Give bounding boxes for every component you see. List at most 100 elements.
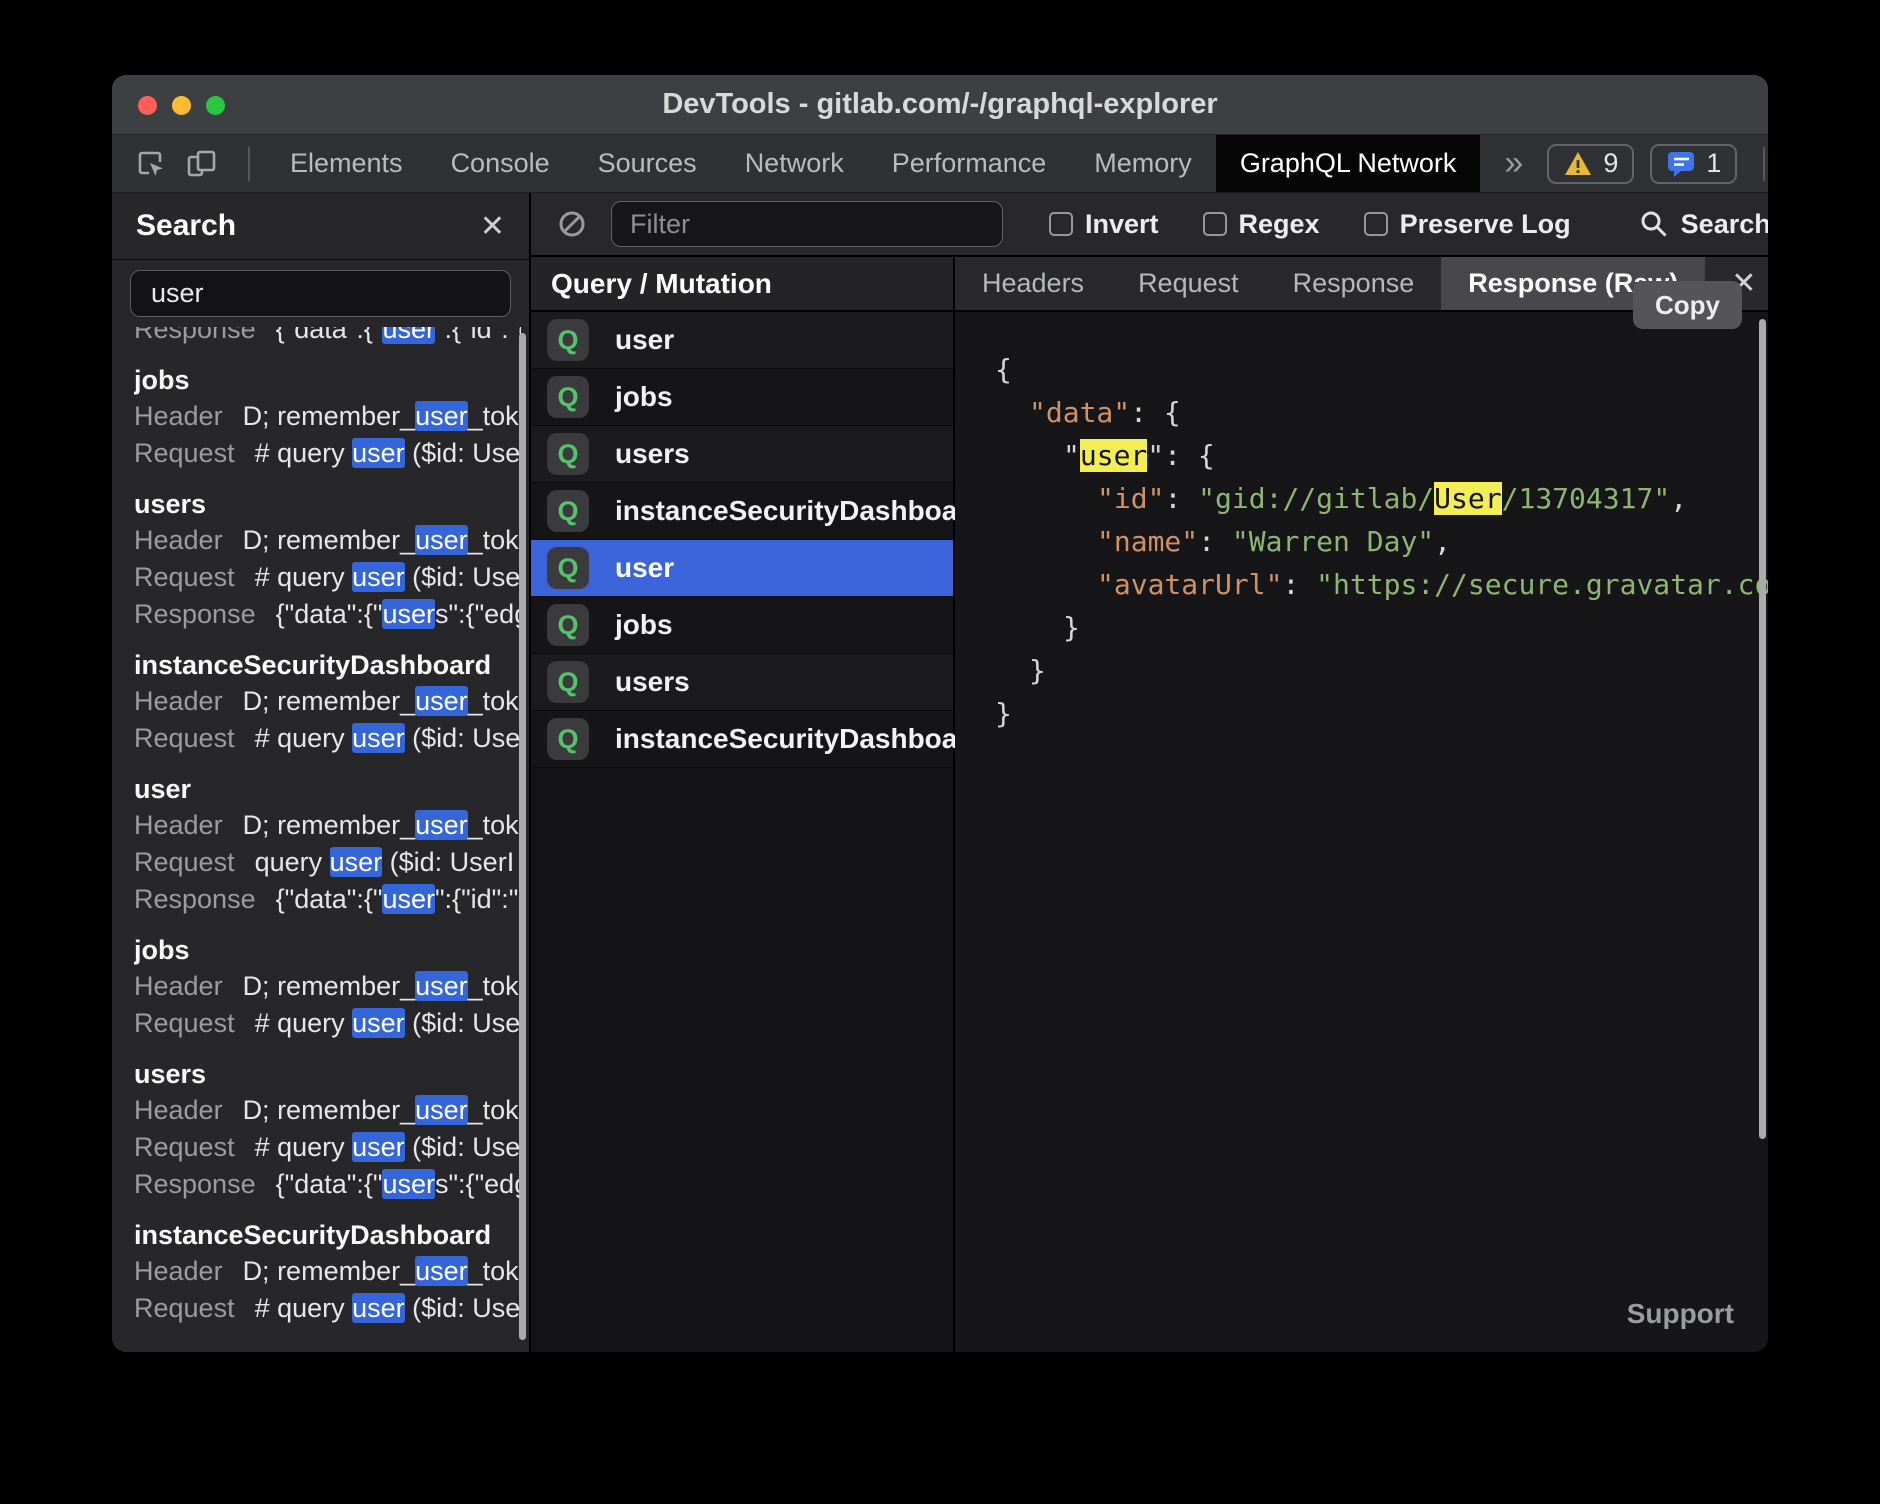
result-fragment: _token=e xyxy=(468,401,521,431)
checkbox-box[interactable] xyxy=(1203,212,1227,236)
result-text: {"data":{"user":{"id":"gid xyxy=(276,881,521,918)
query-row-label: instanceSecurityDashboard xyxy=(615,723,985,755)
checkbox-box[interactable] xyxy=(1364,212,1388,236)
result-fragment: _token=e xyxy=(468,525,521,555)
json-token: "name" xyxy=(1097,525,1198,558)
search-result-line[interactable]: Response{"data":{"users":{"edges xyxy=(134,596,521,633)
close-search-icon[interactable]: ✕ xyxy=(480,209,505,244)
result-fragment: ":{"id":"gid xyxy=(435,884,521,914)
device-toolbar-icon[interactable] xyxy=(186,149,218,179)
response-tab-headers[interactable]: Headers xyxy=(955,257,1111,310)
devtools-tab-console[interactable]: Console xyxy=(427,135,574,192)
search-result-line[interactable]: Request# query user ($id: UserI xyxy=(134,1129,521,1166)
messages-badge[interactable]: 1 xyxy=(1650,144,1737,184)
minimize-window-button[interactable] xyxy=(172,96,191,115)
close-window-button[interactable] xyxy=(138,96,157,115)
search-result-line[interactable]: Header D; remember_user_token=e xyxy=(134,1253,521,1290)
search-result-line[interactable]: HeaderD; remember_user_token=e xyxy=(134,807,521,844)
search-result-line[interactable]: Request# query user ($id: UserI xyxy=(134,435,521,472)
search-result-line[interactable]: Requestquery user ($id: UserI xyxy=(134,844,521,881)
devtools-tab-elements[interactable]: Elements xyxy=(266,135,427,192)
search-result-line[interactable]: HeaderD; remember_user_token=e xyxy=(134,683,521,720)
search-result-line[interactable]: Request# query user ($id: UserI xyxy=(134,1290,521,1327)
clear-block-icon[interactable] xyxy=(557,209,587,239)
search-result-line[interactable]: HeaderD; remember_user_token=e xyxy=(134,968,521,1005)
json-token: , xyxy=(1670,482,1687,515)
response-scrollbar[interactable] xyxy=(1759,319,1766,1139)
match-highlight: user xyxy=(352,562,405,592)
search-result-line[interactable]: HeaderD; remember_user_token=e xyxy=(134,1092,521,1129)
inspect-element-icon[interactable] xyxy=(136,149,166,179)
result-type-label: Response xyxy=(134,327,256,348)
json-token: : xyxy=(1282,568,1316,601)
query-row-label: user xyxy=(615,552,674,584)
search-sidebar: Search ✕ Response{"data":{"user":{"id":"… xyxy=(112,193,531,1352)
search-result-line[interactable]: Response{"data":{"users":{"edges xyxy=(134,1166,521,1203)
match-highlight: user xyxy=(415,525,468,555)
filter-input[interactable] xyxy=(611,201,1003,247)
query-row-jobs[interactable]: Qjobs xyxy=(531,369,953,426)
sidebar-scrollbar[interactable] xyxy=(519,333,526,1340)
query-row-label: users xyxy=(615,666,690,698)
query-type-badge: Q xyxy=(547,433,589,475)
devtools-tab-network[interactable]: Network xyxy=(721,135,868,192)
zoom-window-button[interactable] xyxy=(206,96,225,115)
query-row-user[interactable]: Quser xyxy=(531,312,953,369)
query-row-users[interactable]: Qusers xyxy=(531,654,953,711)
support-link[interactable]: Support xyxy=(1627,1298,1734,1330)
network-search-control[interactable]: Search xyxy=(1639,209,1768,240)
devtools-tab-graphql-network[interactable]: GraphQL Network xyxy=(1216,135,1481,192)
query-type-badge: Q xyxy=(547,490,589,532)
filter-checkbox-invert[interactable]: Invert xyxy=(1049,209,1159,240)
search-result-line[interactable]: HeaderD; remember_user_token=e xyxy=(134,522,521,559)
search-header: Search ✕ xyxy=(112,193,529,260)
warnings-badge[interactable]: 9 xyxy=(1547,144,1634,184)
result-text: D; remember_user_token=e xyxy=(243,1253,521,1290)
query-row-user[interactable]: Quser xyxy=(531,540,953,597)
response-tab-response[interactable]: Response xyxy=(1266,257,1442,310)
result-type-label: Header xyxy=(134,1253,223,1290)
json-line: } xyxy=(995,692,1768,735)
result-type-label: Header xyxy=(134,807,223,844)
search-result-group-title: users xyxy=(134,1056,521,1092)
result-text: # query user ($id: UserI xyxy=(255,1005,521,1042)
search-result-line[interactable]: Response{"data":{"user":{"id":"gid xyxy=(134,881,521,918)
devtools-tab-memory[interactable]: Memory xyxy=(1070,135,1216,192)
more-tabs-chevron-icon[interactable]: » xyxy=(1480,135,1547,192)
json-token: } xyxy=(1063,611,1080,644)
query-row-jobs[interactable]: Qjobs xyxy=(531,597,953,654)
copy-button[interactable]: Copy xyxy=(1633,281,1742,329)
search-result-line[interactable]: Request# query user ($id: UserI xyxy=(134,559,521,596)
devtools-content: Search ✕ Response{"data":{"user":{"id":"… xyxy=(112,193,1768,1352)
filter-checkbox-regex[interactable]: Regex xyxy=(1203,209,1320,240)
json-token: "Warren Day" xyxy=(1232,525,1434,558)
search-result-line[interactable]: Request# query user ($id: UserI xyxy=(134,1005,521,1042)
checkbox-label: Preserve Log xyxy=(1400,209,1571,240)
result-text: # query user ($id: UserI xyxy=(255,1129,521,1166)
checkbox-box[interactable] xyxy=(1049,212,1073,236)
chat-bubble-icon xyxy=(1666,149,1696,179)
query-row-instancesecuritydashboard[interactable]: QinstanceSecurityDashboard xyxy=(531,711,953,768)
response-tab-request[interactable]: Request xyxy=(1111,257,1266,310)
search-result-line[interactable]: HeaderD; remember_user_token=e xyxy=(134,398,521,435)
devtools-tab-sources[interactable]: Sources xyxy=(574,135,721,192)
search-input[interactable] xyxy=(130,270,511,317)
query-row-users[interactable]: Qusers xyxy=(531,426,953,483)
search-result-line[interactable]: Response{"data":{"user":{"id":"gid xyxy=(134,327,521,348)
search-result-line[interactable]: Request# query user ($id: UserI xyxy=(134,720,521,757)
json-token: : { xyxy=(1130,396,1181,429)
devtools-tab-performance[interactable]: Performance xyxy=(868,135,1071,192)
result-fragment: D; remember_ xyxy=(243,1095,416,1125)
query-row-label: users xyxy=(615,438,690,470)
devtools-tab-strip: ElementsConsoleSourcesNetworkPerformance… xyxy=(112,135,1768,192)
query-row-instancesecuritydashboard[interactable]: QinstanceSecurityDashboard xyxy=(531,483,953,540)
filter-checkbox-preserve-log[interactable]: Preserve Log xyxy=(1364,209,1571,240)
result-fragment: D; remember_ xyxy=(243,1256,416,1286)
json-token: ": { xyxy=(1147,439,1214,472)
json-line: "user": { xyxy=(995,434,1768,477)
result-text: query user ($id: UserI xyxy=(255,844,515,881)
json-token: } xyxy=(1029,654,1046,687)
result-fragment: D; remember_ xyxy=(243,810,416,840)
result-fragment: ($id: UserI xyxy=(405,1008,521,1038)
json-token: { xyxy=(995,353,1012,386)
